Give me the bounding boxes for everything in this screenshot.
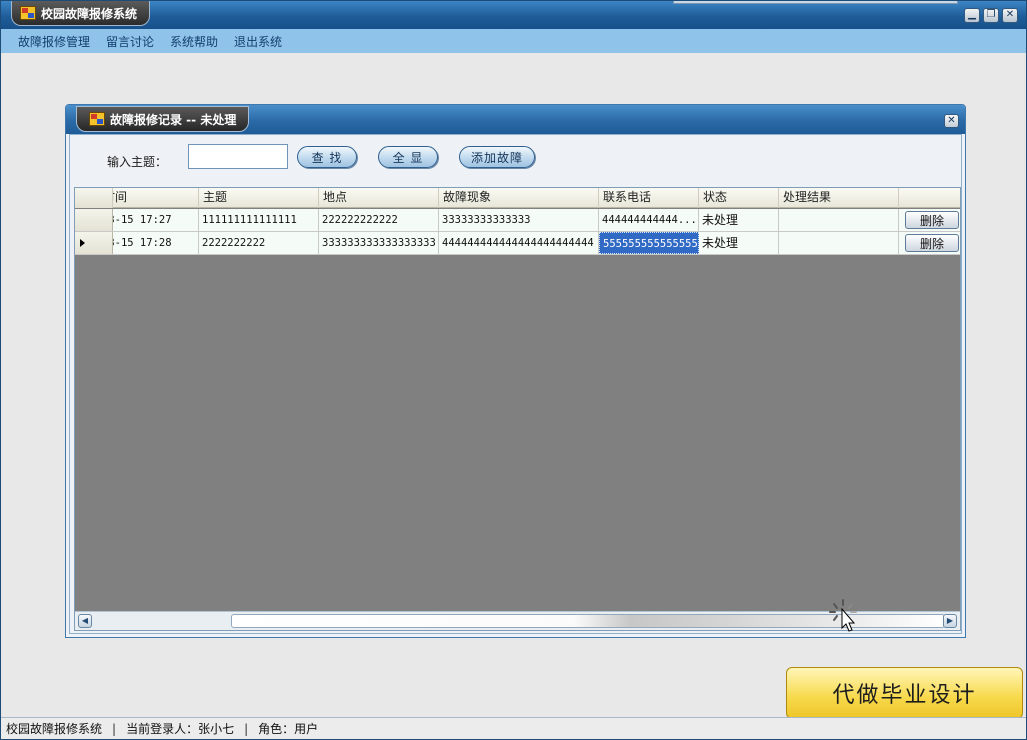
column-header-status[interactable]: 状态 <box>699 188 779 208</box>
grid-header: 时间 主题 地点 故障现象 联系电话 状态 处理结果 <box>75 188 960 208</box>
child-close-button[interactable]: ✕ <box>944 114 959 128</box>
fault-records-window: 故障报修记录 -- 未处理 ✕ 输入主题： 查 找 全 显 添加故障 时间 主题… <box>65 104 966 638</box>
row-pointer-icon <box>80 239 85 247</box>
table-row[interactable]: 03-15 17:28 2222222222 33333333333333333… <box>75 232 960 255</box>
app-title: 校园故障报修系统 <box>41 6 138 21</box>
child-title-tab: 故障报修记录 -- 未处理 <box>76 106 250 132</box>
column-header-place[interactable]: 地点 <box>319 188 439 208</box>
app-window-icon <box>20 6 36 20</box>
cell-result[interactable] <box>779 232 899 254</box>
column-header-time[interactable]: 时间 <box>113 188 199 208</box>
cell-status[interactable]: 未处理 <box>699 232 779 254</box>
menu-item-help[interactable]: 系统帮助 <box>162 33 226 50</box>
column-header-result[interactable]: 处理结果 <box>779 188 899 208</box>
status-current-user: 当前登录人：张小七 <box>126 722 235 736</box>
child-window-body: 输入主题： 查 找 全 显 添加故障 时间 主题 地点 故障现象 联系电话 状态… <box>69 134 962 634</box>
child-titlebar[interactable]: 故障报修记录 -- 未处理 ✕ <box>66 105 965 134</box>
main-title-tab: 校园故障报修系统 <box>11 1 151 26</box>
cell-phone-selected[interactable]: 555555555555555 <box>599 232 699 254</box>
status-separator: | <box>244 721 249 736</box>
records-grid[interactable]: 时间 主题 地点 故障现象 联系电话 状态 处理结果 03-15 17:27 1… <box>74 187 961 631</box>
grid-corner-header <box>75 188 113 208</box>
search-button[interactable]: 查 找 <box>297 146 357 168</box>
cell-fault[interactable]: 444444444444444444444444 <box>439 232 599 254</box>
column-header-action <box>899 188 960 208</box>
row-header[interactable] <box>75 209 113 231</box>
status-system-name: 校园故障报修系统 <box>6 722 103 736</box>
child-window-icon <box>89 112 105 126</box>
status-bar: 校园故障报修系统 | 当前登录人：张小七 | 角色：用户 <box>1 717 1026 739</box>
menu-item-fault-management[interactable]: 故障报修管理 <box>10 33 98 50</box>
column-header-topic[interactable]: 主题 <box>199 188 319 208</box>
cell-action: 删除 <box>899 232 960 254</box>
busy-cursor-icon <box>829 599 857 632</box>
cell-topic[interactable]: 111111111111111 <box>199 209 319 231</box>
close-button[interactable]: ✕ <box>1002 8 1018 23</box>
cell-place[interactable]: 222222222222 <box>319 209 439 231</box>
restore-button[interactable]: ❐ <box>983 8 999 23</box>
minimize-button[interactable]: ▁ <box>964 8 980 23</box>
scroll-right-icon[interactable]: ▶ <box>943 614 957 628</box>
status-role: 角色：用户 <box>258 722 319 736</box>
scroll-left-icon[interactable]: ◀ <box>78 614 92 628</box>
column-header-fault[interactable]: 故障现象 <box>439 188 599 208</box>
window-controls: ▁ ❐ ✕ <box>964 8 1018 23</box>
cell-time[interactable]: 03-15 17:27 <box>113 209 199 231</box>
cell-status[interactable]: 未处理 <box>699 209 779 231</box>
search-label: 输入主题： <box>107 155 168 169</box>
status-separator: | <box>112 721 117 736</box>
cell-topic[interactable]: 2222222222 <box>199 232 319 254</box>
promo-callout[interactable]: 代做毕业设计 <box>786 667 1023 719</box>
delete-button[interactable]: 删除 <box>905 234 959 252</box>
menu-item-messages[interactable]: 留言讨论 <box>98 33 162 50</box>
row-header[interactable] <box>75 232 113 254</box>
cell-time[interactable]: 03-15 17:28 <box>113 232 199 254</box>
delete-button[interactable]: 删除 <box>905 211 959 229</box>
column-header-phone[interactable]: 联系电话 <box>599 188 699 208</box>
child-window-title: 故障报修记录 -- 未处理 <box>110 112 237 127</box>
cell-result[interactable] <box>779 209 899 231</box>
search-input[interactable] <box>188 144 288 169</box>
cell-place[interactable]: 333333333333333333 <box>319 232 439 254</box>
cell-fault[interactable]: 33333333333333 <box>439 209 599 231</box>
add-fault-button[interactable]: 添加故障 <box>459 146 535 168</box>
menu-bar: 故障报修管理 留言讨论 系统帮助 退出系统 <box>1 29 1026 53</box>
main-window: 校园故障报修系统 ▁ ❐ ✕ 故障报修管理 留言讨论 系统帮助 退出系统 故障报… <box>0 0 1027 740</box>
title-progress-strip <box>673 1 958 4</box>
show-all-button[interactable]: 全 显 <box>378 146 438 168</box>
table-row[interactable]: 03-15 17:27 111111111111111 222222222222… <box>75 209 960 232</box>
cell-phone[interactable]: 444444444444... <box>599 209 699 231</box>
main-titlebar[interactable]: 校园故障报修系统 ▁ ❐ ✕ <box>1 1 1026 29</box>
cell-action: 删除 <box>899 209 960 231</box>
menu-item-exit[interactable]: 退出系统 <box>226 33 290 50</box>
